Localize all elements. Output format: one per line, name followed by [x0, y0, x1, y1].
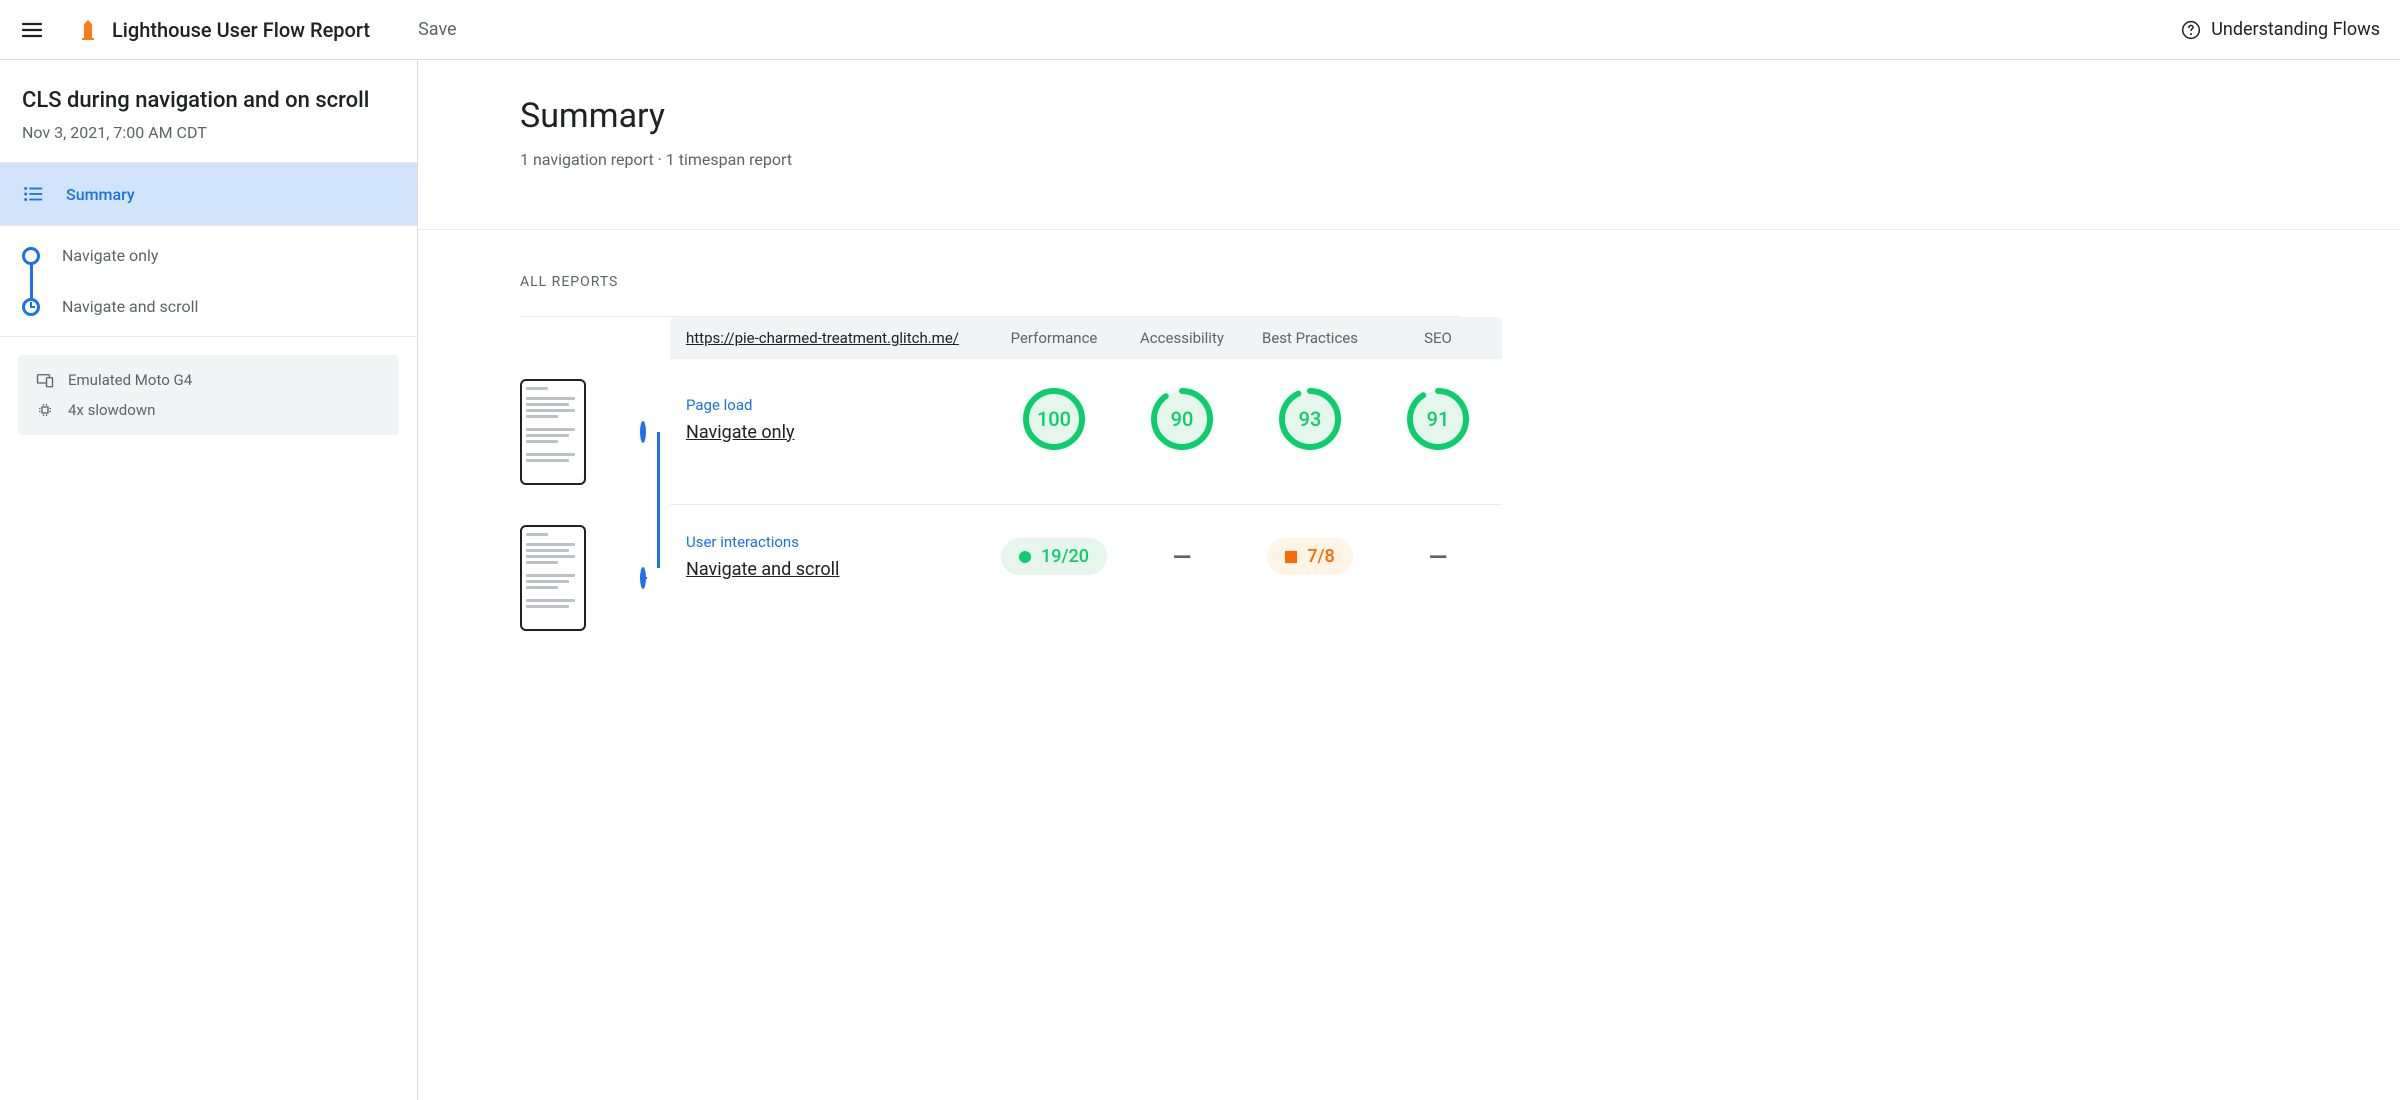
step-name-cell: User interactions Navigate and scroll [670, 533, 990, 580]
table-header: https://pie-charmed-treatment.glitch.me/… [670, 317, 1502, 359]
summary-header: Summary 1 navigation report · 1 timespan… [418, 96, 2400, 169]
table-row: User interactions Navigate and scroll 19… [670, 505, 1502, 651]
flow-date: Nov 3, 2021, 7:00 AM CDT [22, 123, 395, 142]
throttle-label: 4x slowdown [68, 401, 155, 419]
row-thumbnail-cell [520, 505, 670, 651]
flow-name: CLS during navigation and on scroll [22, 88, 395, 113]
sidebar-header: CLS during navigation and on scroll Nov … [0, 60, 417, 163]
device-label: Emulated Moto G4 [68, 371, 192, 389]
score-gauge-best-practices[interactable]: 93 [1278, 387, 1342, 451]
table-header-accessibility: Accessibility [1118, 329, 1246, 347]
sidebar-item-summary[interactable]: Summary [0, 163, 417, 225]
help-icon [2181, 20, 2201, 40]
summary-title: Summary [520, 96, 2400, 136]
sidebar-step-list: Navigate only Navigate and scroll [0, 226, 417, 337]
help-link[interactable]: Understanding Flows [2181, 19, 2380, 40]
table-header-best-practices: Best Practices [1246, 329, 1374, 347]
timespan-marker-icon [22, 298, 40, 316]
screenshot-thumbnail [520, 525, 586, 631]
score-not-applicable: — [1173, 543, 1191, 571]
hamburger-menu-icon[interactable] [20, 18, 44, 42]
lighthouse-logo-icon [76, 18, 100, 42]
average-square-icon [1285, 551, 1297, 563]
pass-dot-icon [1019, 551, 1031, 563]
score-not-applicable: — [1429, 543, 1447, 571]
score-fraction-performance[interactable]: 19/20 [1001, 538, 1107, 575]
report-table: https://pie-charmed-treatment.glitch.me/… [520, 317, 2400, 651]
divider [418, 229, 2400, 230]
topbar: Lighthouse User Flow Report Save Underst… [0, 0, 2400, 60]
score-gauge-seo[interactable]: 91 [1406, 387, 1470, 451]
score-fraction-best-practices[interactable]: 7/8 [1267, 538, 1352, 575]
summary-subtitle: 1 navigation report · 1 timespan report [520, 150, 2400, 169]
table-header-seo: SEO [1374, 329, 1502, 347]
timespan-marker-icon [640, 567, 646, 589]
step-title-link[interactable]: Navigate and scroll [686, 559, 990, 580]
sidebar-step-label: Navigate only [62, 246, 158, 265]
screenshot-thumbnail [520, 379, 586, 485]
step-name-cell: Page load Navigate only [670, 396, 990, 443]
table-header-url[interactable]: https://pie-charmed-treatment.glitch.me/ [670, 329, 990, 347]
throttle-setting: 4x slowdown [36, 401, 381, 419]
device-setting: Emulated Moto G4 [36, 371, 381, 389]
list-icon [22, 183, 44, 205]
main-content: Summary 1 navigation report · 1 timespan… [418, 60, 2400, 1100]
sidebar: CLS during navigation and on scroll Nov … [0, 60, 418, 1100]
sidebar-summary-label: Summary [66, 185, 135, 204]
help-label: Understanding Flows [2211, 19, 2380, 40]
settings-panel: Emulated Moto G4 4x slowdown [18, 355, 399, 435]
table-row: Page load Navigate only 100 90 93 91 [670, 359, 1502, 505]
step-type-label: User interactions [686, 533, 990, 551]
score-gauge-performance[interactable]: 100 [1022, 387, 1086, 451]
navigation-marker-icon [640, 421, 646, 443]
step-title-link[interactable]: Navigate only [686, 422, 990, 443]
sidebar-step-navigate-only[interactable]: Navigate only [22, 246, 395, 265]
step-type-label: Page load [686, 396, 990, 414]
score-gauge-accessibility[interactable]: 90 [1150, 387, 1214, 451]
table-header-performance: Performance [990, 329, 1118, 347]
app-title: Lighthouse User Flow Report [112, 18, 370, 42]
save-button[interactable]: Save [418, 19, 457, 40]
navigation-marker-icon [22, 247, 40, 265]
row-thumbnail-cell [520, 359, 670, 505]
sidebar-step-label: Navigate and scroll [62, 297, 198, 316]
all-reports-heading: ALL REPORTS [418, 274, 2400, 290]
sidebar-step-navigate-scroll[interactable]: Navigate and scroll [22, 297, 395, 316]
